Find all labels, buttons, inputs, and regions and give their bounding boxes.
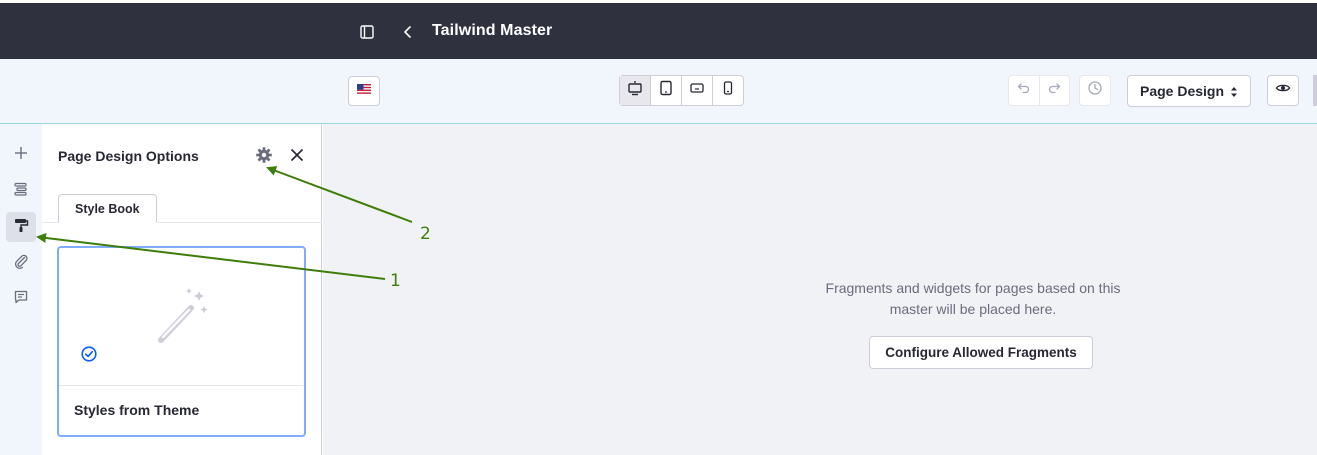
- chevron-left-icon[interactable]: [402, 25, 414, 39]
- style-book-thumbnail: [59, 248, 304, 386]
- page-title: Tailwind Master: [432, 22, 553, 39]
- top-bar: Tailwind Master: [0, 3, 1317, 59]
- page-editor-canvas: Fragments and widgets for pages based on…: [323, 124, 1317, 455]
- paperclip-icon: [13, 253, 29, 274]
- sidebar-item-browser[interactable]: [6, 176, 36, 206]
- sidebar-item-page-design[interactable]: [6, 212, 36, 242]
- device-desktop-button[interactable]: [620, 76, 651, 105]
- check-circle-icon: [81, 346, 97, 367]
- undo-redo-group: [1008, 75, 1070, 106]
- redo-button[interactable]: [1040, 76, 1070, 105]
- caret-up-down-icon: [1229, 85, 1239, 102]
- tablet-icon: [658, 80, 674, 101]
- language-selector-button[interactable]: [348, 76, 380, 106]
- redo-icon: [1047, 81, 1061, 100]
- sidebar-item-mapping[interactable]: [6, 248, 36, 278]
- page-structure-icon: [13, 181, 29, 202]
- sidebar-item-add[interactable]: [6, 140, 36, 170]
- history-icon: [1087, 80, 1103, 101]
- sidebar-item-comments[interactable]: [6, 284, 36, 314]
- us-flag-icon: [357, 82, 371, 100]
- plus-icon: [13, 145, 29, 166]
- page-editor-toolbar: Page Design: [0, 59, 1317, 124]
- history-button[interactable]: [1079, 75, 1111, 106]
- phone-portrait-icon: [720, 80, 736, 101]
- tab-style-book[interactable]: Style Book: [58, 194, 157, 223]
- device-landscape-phone-button[interactable]: [682, 76, 713, 105]
- empty-state-message: Fragments and widgets for pages based on…: [825, 280, 1121, 317]
- comment-icon: [13, 289, 29, 310]
- page-design-options-panel: Page Design Options Style Book Styles fr…: [42, 124, 322, 455]
- device-portrait-phone-button[interactable]: [713, 76, 743, 105]
- device-preview-group: [619, 75, 744, 106]
- paint-roller-icon: [13, 217, 29, 238]
- device-tablet-button[interactable]: [651, 76, 682, 105]
- page-mode-value: Page Design: [1140, 83, 1225, 99]
- style-book-card[interactable]: Styles from Theme: [57, 246, 306, 437]
- undo-icon: [1017, 81, 1031, 100]
- style-book-name: Styles from Theme: [74, 402, 200, 418]
- magic-wand-icon: [153, 286, 213, 351]
- annotation-label-1: 1: [390, 271, 401, 291]
- panel-title: Page Design Options: [58, 148, 199, 164]
- close-icon[interactable]: [289, 147, 305, 163]
- undo-button[interactable]: [1009, 76, 1040, 105]
- preview-button[interactable]: [1267, 75, 1299, 106]
- page-mode-select[interactable]: Page Design: [1127, 75, 1251, 107]
- gear-icon[interactable]: [255, 146, 273, 164]
- sidebar-toggle-icon[interactable]: [360, 25, 374, 39]
- annotation-label-2: 2: [420, 224, 431, 244]
- toolbar-overflow-edge: [1313, 75, 1317, 106]
- eye-icon: [1275, 80, 1291, 101]
- configure-allowed-fragments-button[interactable]: Configure Allowed Fragments: [869, 336, 1093, 369]
- monitor-icon: [627, 80, 643, 101]
- phone-landscape-icon: [689, 80, 705, 101]
- sidebar-rail: [0, 124, 42, 455]
